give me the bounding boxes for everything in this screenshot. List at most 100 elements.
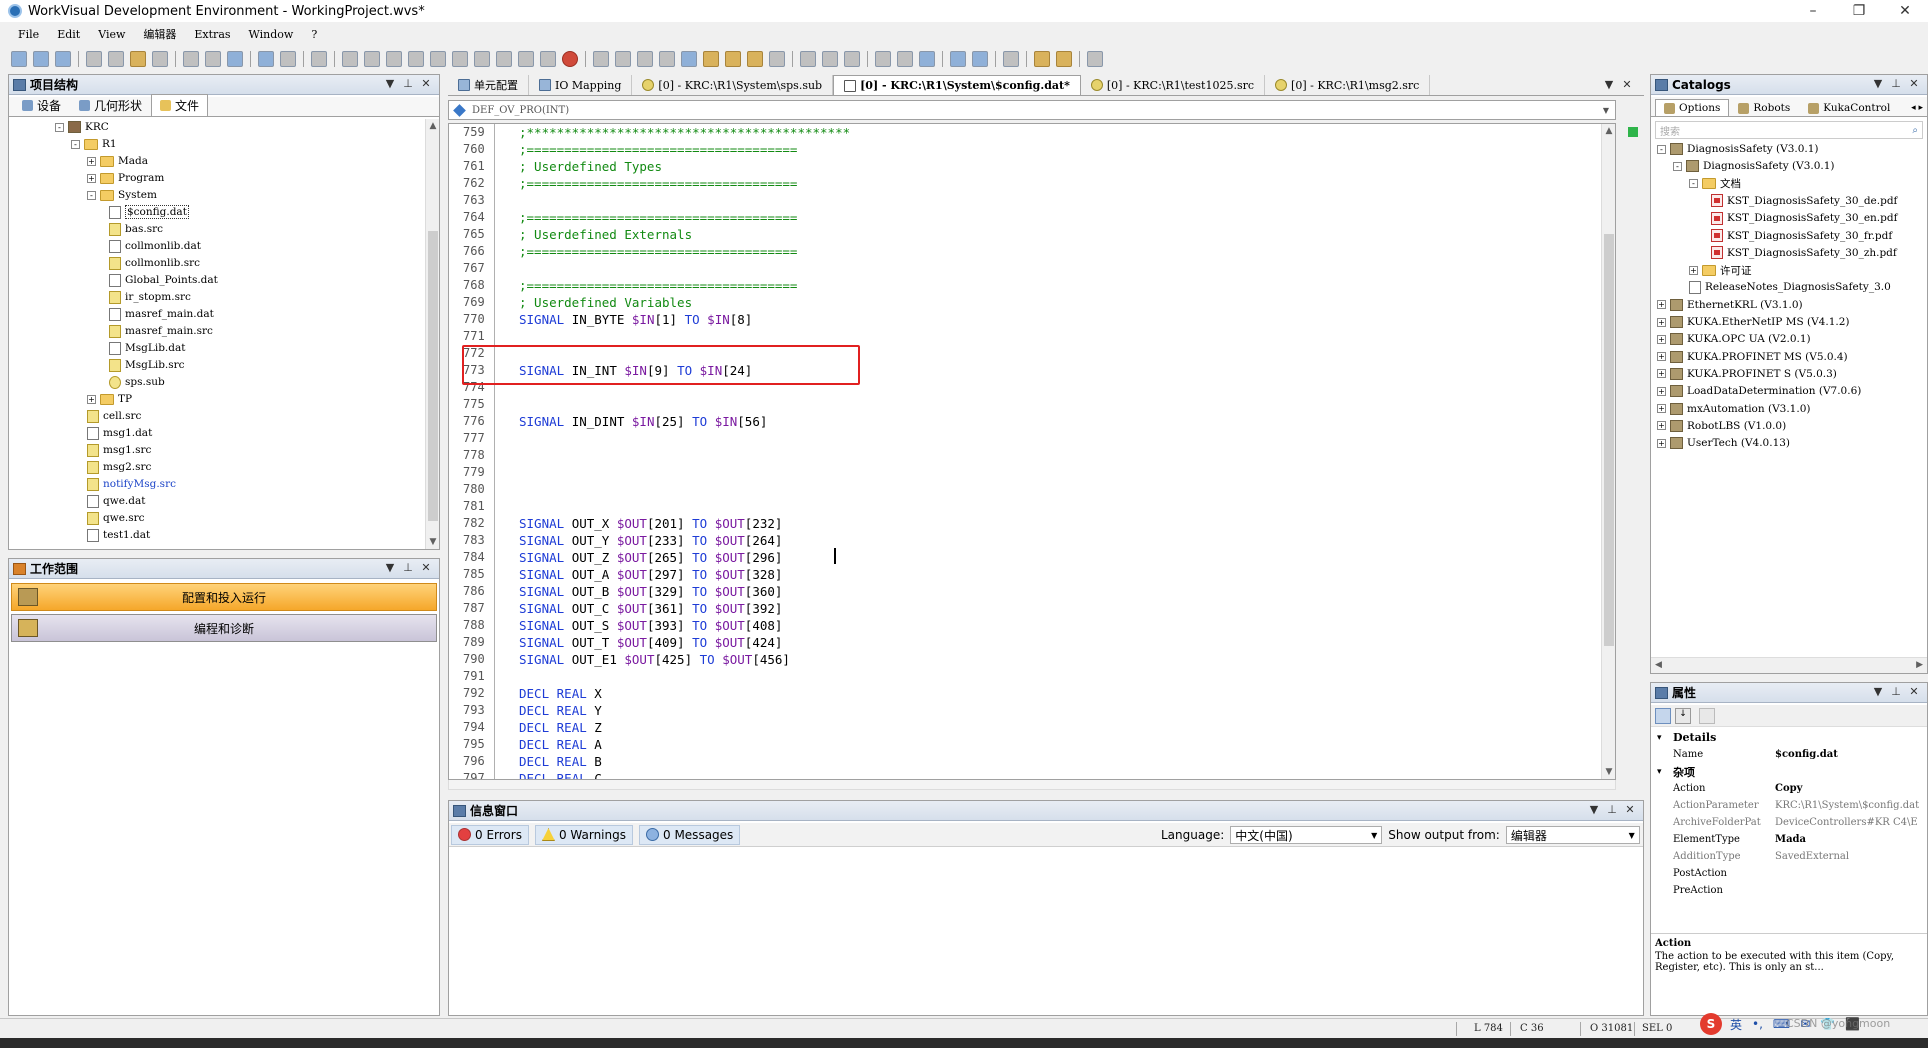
save-icon[interactable] [55,51,71,67]
open-icon[interactable] [33,51,49,67]
undo-icon[interactable] [258,51,274,67]
catalog-item[interactable]: + EthernetKRL (V3.1.0) [1657,297,1803,313]
pin-icon[interactable]: ⊥ [399,77,417,90]
tree-item[interactable]: sps.sub [109,374,165,390]
wrench-icon[interactable] [342,51,358,67]
config-commission-button[interactable]: 配置和投入运行 [11,583,437,611]
dropdown-icon[interactable]: ▼ [1585,803,1603,816]
tree-item[interactable]: notifyMsg.src [87,476,176,492]
editor-tab[interactable]: IO Mapping [529,75,633,95]
editor-tab[interactable]: 单元配置 [448,75,529,95]
expand-toggle-icon[interactable]: - [1689,179,1698,189]
property-value[interactable]: DeviceControllers#KR C4\E [1775,817,1925,828]
code-editor[interactable]: 759 ;************************************… [448,123,1616,780]
symbol-dropdown[interactable]: DEF_OV_PRO(INT) ▼ [448,100,1616,120]
tree-item[interactable]: masref_main.src [109,323,213,339]
globe-icon[interactable] [800,51,816,67]
tree-item[interactable]: test1.dat [87,527,150,543]
redo-icon[interactable] [280,51,296,67]
close-icon[interactable]: ✕ [1621,803,1639,816]
package-icon[interactable] [769,51,785,67]
deploy-icon[interactable] [593,51,609,67]
expand-toggle-icon[interactable]: + [1657,386,1666,396]
sogou-logo[interactable]: S [1700,1013,1722,1035]
dropdown-icon[interactable]: ▼ [381,77,399,90]
program-diagnose-button[interactable]: 编程和诊断 [11,614,437,642]
tools-icon[interactable] [659,51,675,67]
close-icon[interactable]: ✕ [1905,77,1923,90]
align-center-icon[interactable] [897,51,913,67]
menu-extras[interactable]: Extras [194,28,230,41]
property-value[interactable]: SavedExternal [1775,851,1925,862]
categorized-icon[interactable] [1655,707,1671,724]
expand-toggle-icon[interactable]: + [1657,404,1666,413]
filter-icon[interactable] [615,51,631,67]
ime-lang[interactable]: 英 [1730,1016,1742,1033]
indent-icon[interactable] [919,51,935,67]
tree-item[interactable]: qwe.src [87,510,145,526]
record-icon[interactable] [562,51,578,67]
messages-filter-button[interactable]: 0 Messages [639,824,741,845]
delete-icon[interactable] [152,51,168,67]
catalog-item[interactable]: - 文档 [1689,176,1741,192]
generate-icon[interactable] [1056,51,1072,67]
pin-icon[interactable]: ⊥ [1887,685,1905,698]
catalog-item[interactable]: ReleaseNotes_DiagnosisSafety_3.0 [1689,279,1891,295]
search-icon[interactable] [452,51,468,67]
shield-icon[interactable] [844,51,860,67]
tree-item[interactable]: ir_stopm.src [109,289,191,305]
tree-item[interactable]: + TP [87,391,132,407]
tree-item[interactable]: MsgLib.src [109,357,185,373]
close-icon[interactable]: ✕ [417,77,435,90]
project-tree-scrollbar[interactable]: ▲ ▼ [425,119,439,549]
close-button[interactable]: ✕ [1882,0,1928,22]
tree-item[interactable]: - KRC [55,119,109,135]
tree-item[interactable]: cell.src [87,408,141,424]
catalog-item[interactable]: KST_DiagnosisSafety_30_en.pdf [1711,210,1897,226]
chart-icon[interactable] [703,51,719,67]
document-dropdown-icon[interactable] [311,51,327,67]
compile-icon[interactable] [1034,51,1050,67]
catalog-item[interactable]: + 许可证 [1689,262,1752,278]
tree-item[interactable]: msg2.src [87,459,151,475]
expand-icon[interactable] [950,51,966,67]
tab-list-icon[interactable]: ▼ [1600,78,1618,91]
tree-item[interactable]: + Mada [87,153,148,169]
pin-icon[interactable]: ⊥ [1603,803,1621,816]
property-row[interactable]: ArchiveFolderPat DeviceControllers#KR C4\… [1651,814,1927,831]
play-icon[interactable] [364,51,380,67]
errors-filter-button[interactable]: 0 Errors [451,824,529,845]
collapse-icon[interactable] [972,51,988,67]
editor-tab[interactable]: [0] - KRC:\R1\test1025.src [1081,75,1266,95]
tree-item[interactable]: MsgLib.dat [109,340,185,356]
menu-editor[interactable]: 编辑器 [143,26,176,42]
property-row[interactable]: ActionParameter KRC:\R1\System\$config.da… [1651,797,1927,814]
maximize-button[interactable]: ❐ [1836,0,1882,22]
tree-item[interactable]: - System [87,187,157,203]
language-select[interactable]: 中文(中国) ▼ [1230,826,1383,844]
align-left-icon[interactable] [875,51,891,67]
notes-icon[interactable] [747,51,763,67]
sort-alpha-icon[interactable]: ↓ [1675,707,1691,724]
expand-toggle-icon[interactable]: + [1657,352,1666,362]
copy-icon[interactable] [108,51,124,67]
catalog-item[interactable]: + KUKA.PROFINET MS (V5.0.4) [1657,349,1848,365]
catalog-horizontal-scrollbar[interactable]: ◀ ▶ [1651,657,1927,673]
stop-icon[interactable] [430,51,446,67]
print-icon[interactable] [227,51,243,67]
catalog-item[interactable]: KST_DiagnosisSafety_30_fr.pdf [1711,228,1892,244]
expand-toggle-icon[interactable]: - [1657,144,1666,154]
editor-tab[interactable]: [0] - KRC:\R1\System\$config.dat* [833,75,1081,95]
expand-toggle-icon[interactable]: + [1657,421,1666,431]
tab-files[interactable]: 文件 [151,94,209,116]
property-category[interactable]: ▾ Details [1651,729,1927,746]
robot-icon[interactable] [822,51,838,67]
config-icon[interactable] [540,51,556,67]
property-pages-icon[interactable] [1699,707,1715,724]
collapse-icon[interactable]: ▾ [1657,767,1662,777]
new-project-icon[interactable] [11,51,27,67]
catalog-item[interactable]: + mxAutomation (V3.1.0) [1657,401,1810,417]
tree-item[interactable]: bas.src [109,221,163,237]
close-icon[interactable]: ✕ [1905,685,1923,698]
catalog-item[interactable]: + KUKA.PROFINET S (V5.0.3) [1657,366,1837,382]
